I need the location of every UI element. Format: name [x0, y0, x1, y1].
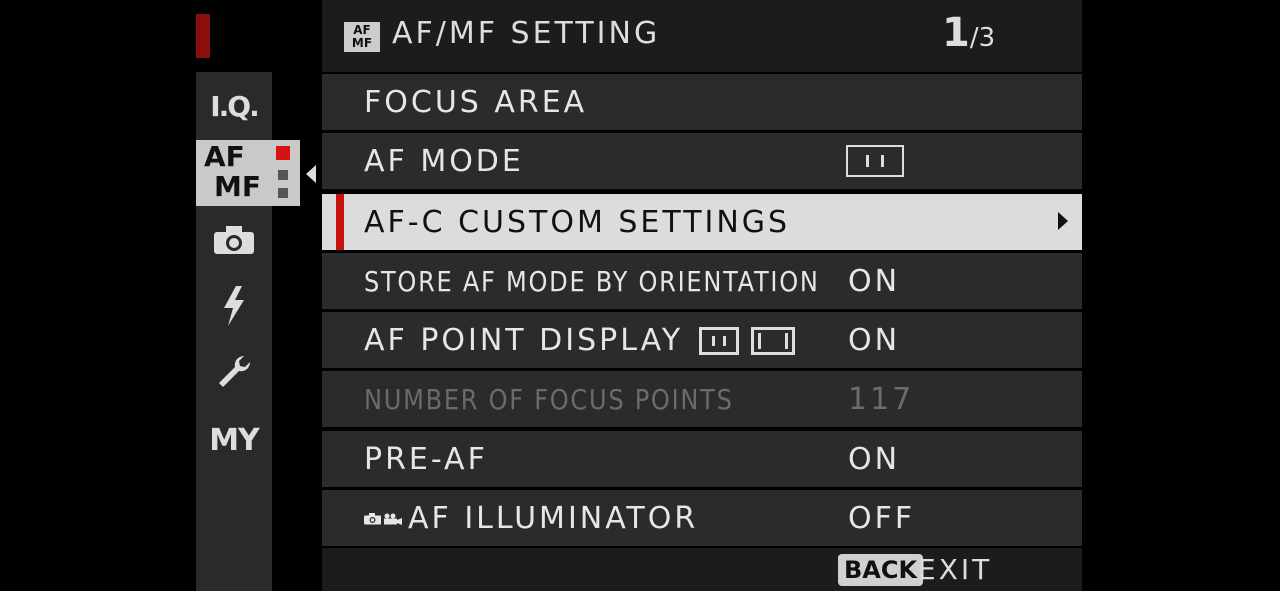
- afmf-icon: AF MF: [344, 22, 380, 52]
- zone-af-icon: [699, 327, 740, 355]
- selection-indicator: [336, 194, 344, 250]
- tab-indicator-strip: [196, 14, 210, 58]
- menu-item-label: AF-C CUSTOM SETTINGS: [364, 204, 791, 240]
- menu-item-af-point-display[interactable]: AF POINT DISPLAY ON: [322, 312, 1082, 368]
- sidebar-mf-text: MF: [214, 170, 261, 203]
- back-button[interactable]: BACK: [838, 554, 924, 586]
- sidebar: I.Q. AF MF MY: [196, 72, 300, 591]
- page-counter: 1/3: [942, 10, 996, 56]
- menu-item-label: AF POINT DISPLAY: [364, 323, 796, 358]
- menu-item-value: ON: [848, 322, 901, 358]
- menu-item-value: ON: [848, 441, 901, 477]
- menu-item-label: NUMBER OF FOCUS POINTS: [364, 382, 734, 416]
- page-indicator-active: [276, 146, 290, 160]
- wrench-icon: [219, 355, 251, 387]
- page-indicator: [278, 188, 288, 198]
- menu-item-label: FOCUS AREA: [364, 84, 588, 120]
- wide-af-icon: [751, 327, 796, 355]
- sidebar-item-shooting[interactable]: [196, 220, 272, 260]
- exit-label: EXIT: [918, 553, 993, 586]
- menu-item-label: AF MODE: [364, 143, 524, 179]
- sidebar-af-text: AF: [204, 140, 245, 173]
- menu-item-pre-af[interactable]: PRE-AF ON: [322, 431, 1082, 487]
- single-point-af-icon: [846, 145, 904, 177]
- menu-item-value: OFF: [848, 500, 916, 536]
- menu-item-store-af-mode[interactable]: STORE AF MODE BY ORIENTATION ON: [322, 253, 1082, 309]
- sidebar-item-afmf[interactable]: AF MF: [196, 140, 300, 206]
- sidebar-item-my-menu[interactable]: MY: [196, 420, 272, 460]
- camera-icon: [214, 226, 254, 254]
- sidebar-iq-label: I.Q.: [210, 89, 259, 123]
- sidebar-item-setup[interactable]: [196, 350, 272, 394]
- menu-item-af-mode[interactable]: AF MODE: [322, 133, 1082, 189]
- menu-item-label: PRE-AF: [364, 441, 488, 477]
- page-title: AF/MF SETTING: [392, 16, 661, 51]
- menu-item-number-of-focus-points: NUMBER OF FOCUS POINTS 117: [322, 371, 1082, 427]
- photo-video-icon: [364, 513, 402, 525]
- flash-icon: [224, 286, 244, 326]
- menu-header: AF MF AF/MF SETTING 1/3: [322, 0, 1082, 72]
- page-indicator: [278, 170, 288, 180]
- menu-item-value: 117: [848, 381, 915, 417]
- menu-item-label: STORE AF MODE BY ORIENTATION: [364, 264, 820, 298]
- sidebar-pointer-icon: [306, 165, 316, 183]
- menu-item-afc-custom-settings[interactable]: AF-C CUSTOM SETTINGS: [322, 194, 1082, 250]
- sidebar-item-flash[interactable]: [196, 284, 272, 328]
- sidebar-afmf-label: AF MF: [204, 142, 261, 202]
- sidebar-item-iq[interactable]: I.Q.: [196, 86, 272, 126]
- menu-item-focus-area[interactable]: FOCUS AREA: [322, 74, 1082, 130]
- menu-item-value: ON: [848, 263, 901, 299]
- menu-item-af-illuminator[interactable]: AF ILLUMINATOR OFF: [322, 490, 1082, 546]
- menu-footer: BACK EXIT: [322, 548, 1082, 591]
- menu-item-label: AF ILLUMINATOR: [364, 501, 698, 536]
- sidebar-my-label: MY: [209, 422, 260, 458]
- chevron-right-icon: [1058, 212, 1068, 230]
